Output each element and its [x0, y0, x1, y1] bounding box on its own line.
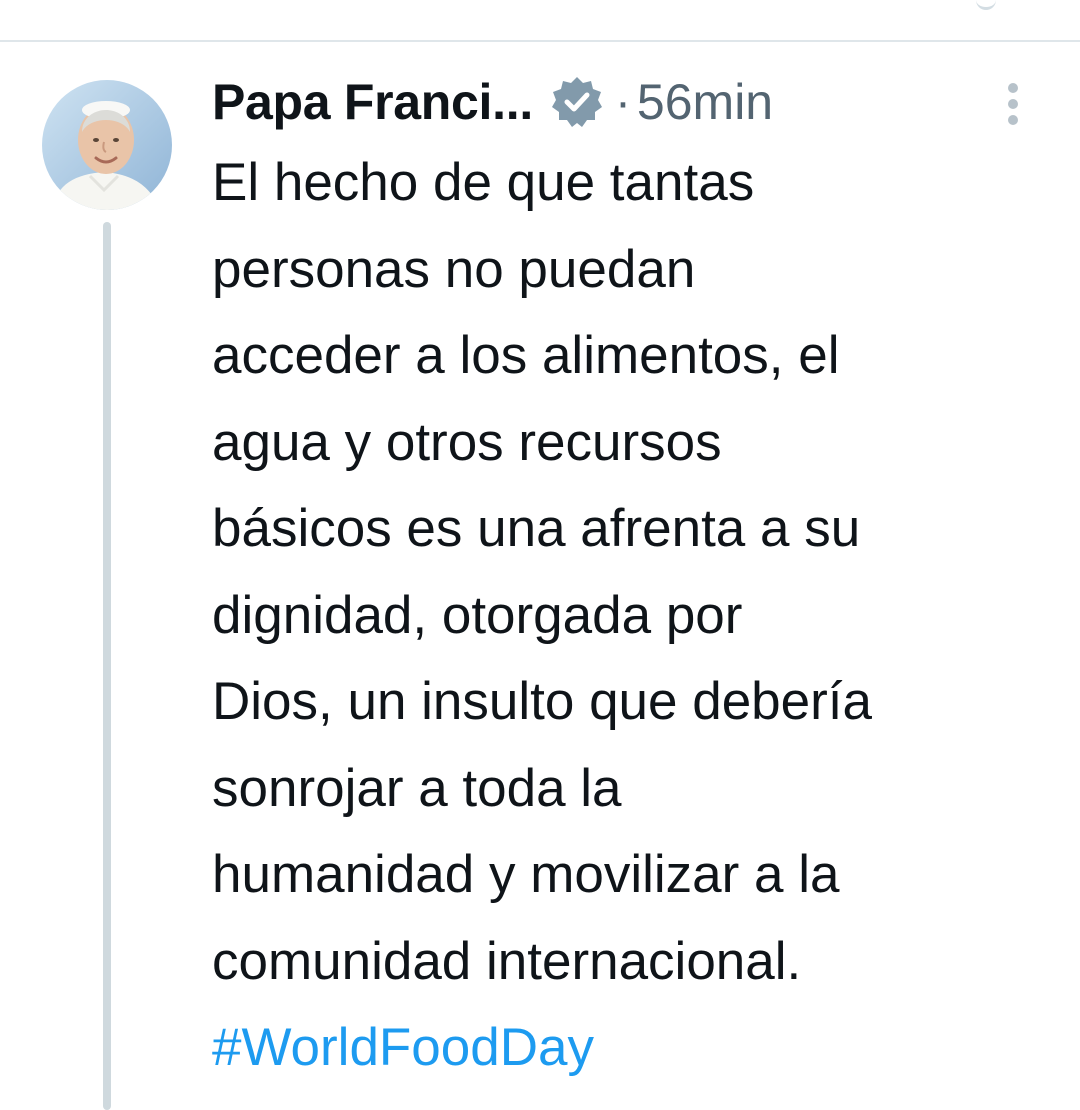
post-text-line: humanidad y movilizar a la — [212, 845, 840, 904]
post-text-line: comunidad internacional. — [212, 931, 802, 991]
author-name[interactable]: Papa Franci... — [212, 73, 533, 131]
post-text-line: sonrojar a toda la — [212, 758, 622, 818]
post-text-line: personas no puedan — [212, 239, 696, 299]
post-divider — [0, 40, 1080, 42]
hashtag-link[interactable]: #WorldFoodDay — [212, 1005, 1062, 1092]
post-text-line: agua y otros recursos — [212, 412, 722, 472]
post-header: Papa Franci... · 56min — [212, 66, 1042, 138]
post-text-line: dignidad, otorgada por — [212, 585, 743, 645]
avatar[interactable] — [42, 80, 172, 210]
verified-badge-icon — [549, 74, 605, 130]
post-text-line: El hecho de que tantas — [212, 153, 755, 212]
post-text: El hecho de que tantas personas no pueda… — [212, 140, 1062, 1092]
more-options-icon[interactable] — [993, 76, 1033, 132]
avatar-image — [42, 80, 172, 210]
timestamp[interactable]: 56min — [637, 73, 773, 131]
previous-post-edge — [976, 0, 996, 10]
post-text-line: básicos es una afrenta a su — [212, 499, 861, 558]
post-text-line: Dios, un insulto que debería — [212, 672, 872, 731]
post-text-line: acceder a los alimentos, el — [212, 326, 840, 385]
thread-connector-line — [103, 222, 111, 1110]
separator-dot: · — [614, 75, 631, 129]
